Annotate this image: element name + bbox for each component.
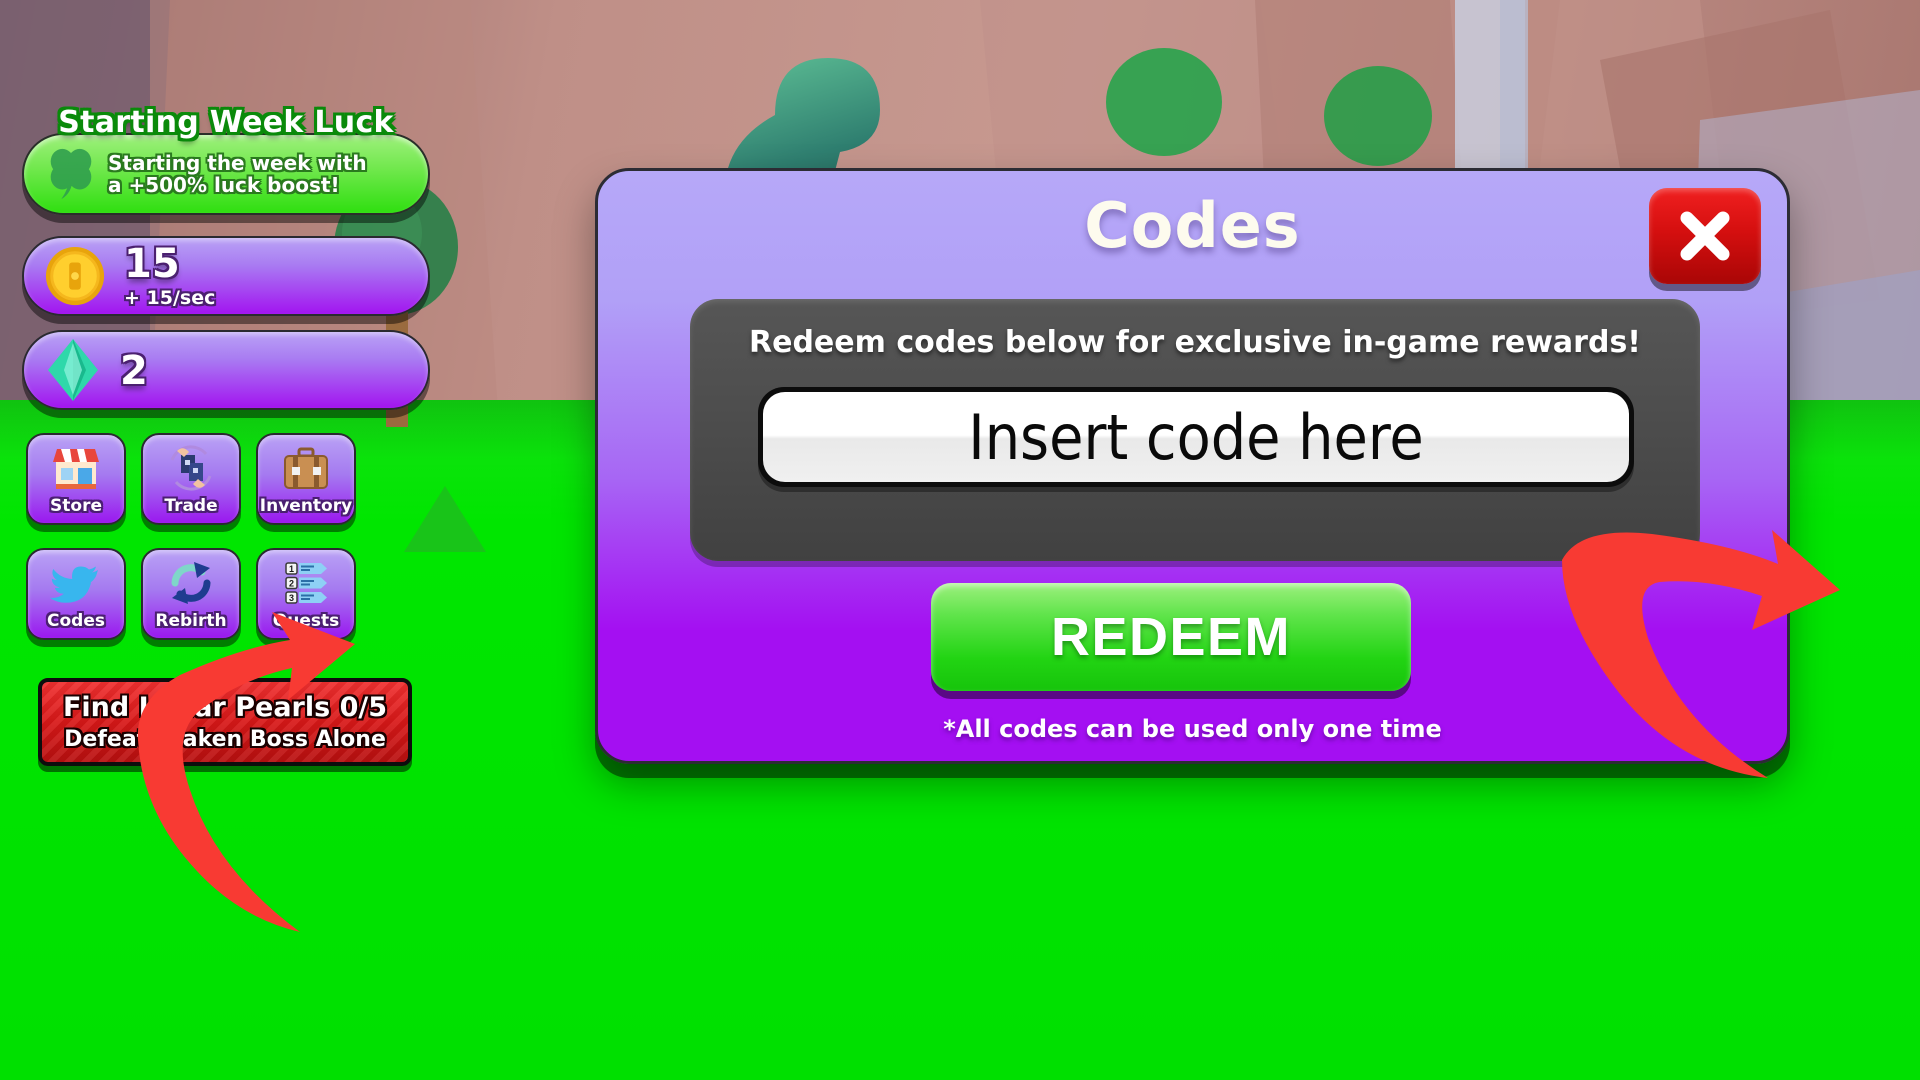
coin-counter[interactable]: 15 + 15/sec: [22, 236, 430, 316]
coin-rate: + 15/sec: [124, 287, 216, 309]
codes-footer-note: *All codes can be used only one time: [943, 715, 1442, 743]
quest-objective-banner: Find Lunar Pearls 0/5 Defeat Kraken Boss…: [38, 678, 412, 766]
clover-icon: [50, 148, 92, 200]
svg-text:2: 2: [289, 579, 294, 589]
sidebar-item-inventory[interactable]: Inventory: [256, 433, 356, 525]
rebirth-arrows-icon: [171, 562, 211, 604]
bush-small: [404, 486, 486, 552]
coin-value: 15: [124, 241, 180, 287]
luck-boost-line1: Starting the week with: [108, 150, 367, 175]
codes-dialog: Codes Redeem codes below for exclusive i…: [595, 168, 1790, 764]
close-x-icon: [1680, 211, 1730, 261]
tree-right: [1324, 66, 1432, 166]
redeem-instruction-text: Redeem codes below for exclusive in-game…: [749, 325, 1641, 360]
code-input-frame: [758, 387, 1634, 487]
page-title: Codes: [1084, 189, 1301, 262]
sidebar-label-codes: Codes: [47, 611, 105, 631]
codes-input-panel: Redeem codes below for exclusive in-game…: [690, 299, 1700, 561]
quest-list-icon: 1 2 3: [285, 562, 327, 604]
sidebar-label-quests: Quests: [272, 611, 340, 631]
trade-icon: [170, 445, 212, 491]
sidebar-item-rebirth[interactable]: Rebirth: [141, 548, 241, 640]
sidebar-label-inventory: Inventory: [259, 496, 353, 516]
quest-line-secondary: Defeat Kraken Boss Alone: [64, 727, 386, 752]
close-button[interactable]: [1649, 188, 1761, 284]
sidebar-item-store[interactable]: Store: [26, 433, 126, 525]
luck-boost-title: Starting Week Luck: [58, 105, 394, 140]
luck-boost-line2: a +500% luck boost!: [108, 173, 340, 197]
luck-boost-banner[interactable]: Starting the week with a +500% luck boos…: [22, 133, 430, 215]
sidebar-label-rebirth: Rebirth: [155, 611, 227, 631]
sidebar-label-store: Store: [50, 496, 102, 516]
sidebar-item-quests[interactable]: 1 2 3 Quests: [256, 548, 356, 640]
redeem-button[interactable]: REDEEM: [931, 583, 1411, 691]
code-input[interactable]: [763, 392, 1629, 482]
sidebar-item-codes[interactable]: Codes: [26, 548, 126, 640]
briefcase-icon: [284, 447, 328, 489]
coin-icon: [45, 246, 105, 306]
gem-value: 2: [120, 348, 148, 394]
sidebar-label-trade: Trade: [164, 496, 218, 516]
shop-icon: [53, 449, 99, 489]
gem-icon: [48, 339, 98, 401]
twitter-bird-icon: [49, 566, 98, 603]
svg-text:3: 3: [289, 593, 294, 603]
quest-line-primary: Find Lunar Pearls 0/5: [62, 692, 388, 723]
gem-counter[interactable]: 2: [22, 330, 430, 410]
svg-text:1: 1: [289, 564, 294, 574]
sidebar-item-trade[interactable]: Trade: [141, 433, 241, 525]
tree-mid: [1106, 48, 1222, 156]
